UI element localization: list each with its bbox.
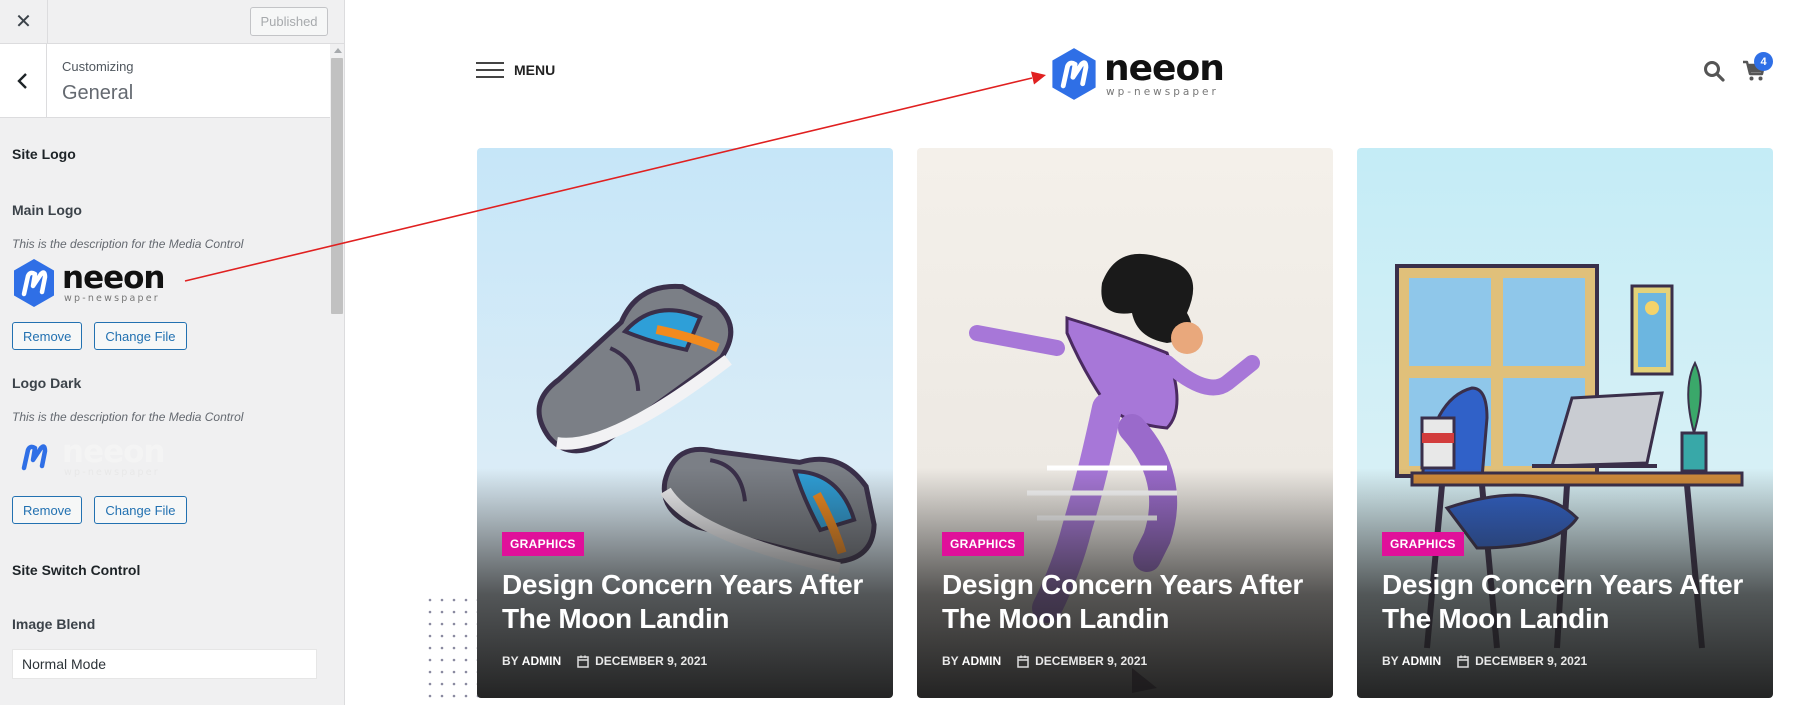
post-date: DECEMBER 9, 2021 [1457, 654, 1587, 668]
logo-wordmark: neeon [62, 259, 165, 296]
logo-dark-change-button[interactable]: Change File [94, 496, 187, 524]
logo-dark-remove-button[interactable]: Remove [12, 496, 83, 524]
search-icon [1704, 61, 1725, 82]
post-card[interactable]: GRAPHICS Design Concern Years After The … [917, 148, 1333, 698]
logo-dark-preview[interactable]: neeon wp-newspaper [12, 432, 165, 482]
section-header: Customizing General [0, 44, 330, 118]
section-title: General [62, 82, 134, 104]
logo-dark-description: This is the description for the Media Co… [12, 410, 244, 424]
post-author: BY ADMIN [502, 654, 562, 668]
category-badge[interactable]: GRAPHICS [502, 531, 584, 556]
main-logo-change-button[interactable]: Change File [94, 322, 187, 350]
customizer-topbar: ✕ Published [0, 0, 344, 44]
customizing-label: Customizing [62, 59, 134, 74]
chevron-left-icon [17, 72, 27, 89]
post-meta: BY ADMIN DECEMBER 9, 2021 [1382, 654, 1748, 668]
category-badge[interactable]: GRAPHICS [1382, 531, 1464, 556]
site-logo[interactable]: neeon wp-newspaper [1050, 47, 1225, 101]
neeon-logo-icon [14, 259, 54, 307]
site-switch-heading: Site Switch Control [12, 562, 141, 578]
search-button[interactable] [1703, 60, 1725, 87]
logo-dark-tagline: wp-newspaper [64, 466, 160, 478]
post-date: DECEMBER 9, 2021 [1017, 654, 1147, 668]
post-author: BY ADMIN [942, 654, 1002, 668]
main-logo-preview[interactable]: neeon wp-newspaper [12, 258, 165, 308]
scroll-up-icon[interactable] [334, 48, 342, 53]
site-logo-wordmark: neeon [1104, 47, 1225, 89]
image-blend-select[interactable]: Normal Mode [12, 649, 317, 679]
post-meta: BY ADMIN DECEMBER 9, 2021 [502, 654, 868, 668]
close-button[interactable]: ✕ [0, 0, 48, 43]
post-card[interactable]: GRAPHICS Design Concern Years After The … [1357, 148, 1773, 698]
post-author: BY ADMIN [1382, 654, 1442, 668]
card-content: GRAPHICS Design Concern Years After The … [502, 531, 868, 668]
post-title[interactable]: Design Concern Years After The Moon Land… [942, 568, 1308, 636]
post-title[interactable]: Design Concern Years After The Moon Land… [1382, 568, 1748, 636]
publish-button[interactable]: Published [250, 7, 328, 36]
close-icon: ✕ [15, 11, 32, 33]
post-title[interactable]: Design Concern Years After The Moon Land… [502, 568, 868, 636]
calendar-icon [1017, 655, 1029, 668]
logo-dark-wordmark: neeon [62, 433, 165, 470]
category-badge[interactable]: GRAPHICS [942, 531, 1024, 556]
logo-dark-actions: Remove Change File [12, 496, 187, 524]
main-logo-actions: Remove Change File [12, 322, 187, 350]
sidebar-scrollbar[interactable] [330, 44, 344, 705]
image-blend-title: Image Blend [12, 616, 96, 632]
main-logo-description: This is the description for the Media Co… [12, 237, 244, 251]
logo-tagline: wp-newspaper [64, 292, 160, 304]
card-content: GRAPHICS Design Concern Years After The … [1382, 531, 1748, 668]
neeon-logo-icon [1052, 48, 1096, 100]
logo-dark-title: Logo Dark [12, 375, 82, 391]
hamburger-icon [476, 62, 504, 78]
calendar-icon [577, 655, 589, 668]
calendar-icon [1457, 655, 1469, 668]
neeon-logo-icon [21, 444, 48, 471]
main-logo-title: Main Logo [12, 202, 82, 218]
site-logo-heading: Site Logo [12, 146, 76, 162]
post-meta: BY ADMIN DECEMBER 9, 2021 [942, 654, 1308, 668]
site-preview: MENU neeon wp-newspaper 4 GRAPHICS Desig… [346, 0, 1819, 705]
customizer-sidebar: ✕ Published Customizing General Site Log… [0, 0, 345, 705]
post-card[interactable]: GRAPHICS Design Concern Years After The … [477, 148, 893, 698]
back-button[interactable] [0, 44, 47, 117]
main-logo-remove-button[interactable]: Remove [12, 322, 83, 350]
menu-toggle[interactable]: MENU [476, 62, 555, 78]
post-date: DECEMBER 9, 2021 [577, 654, 707, 668]
menu-label: MENU [514, 62, 556, 78]
site-logo-tagline: wp-newspaper [1106, 85, 1219, 98]
scroll-thumb[interactable] [331, 58, 343, 314]
cart-count-badge: 4 [1754, 52, 1773, 71]
card-content: GRAPHICS Design Concern Years After The … [942, 531, 1308, 668]
